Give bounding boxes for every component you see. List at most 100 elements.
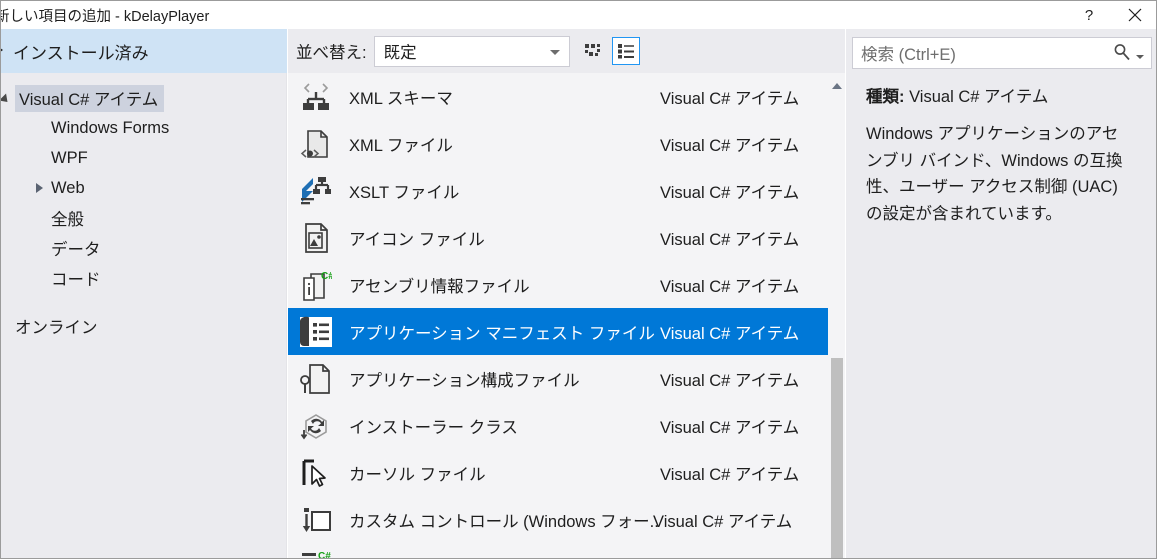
list-item[interactable]: カーソル ファイル Visual C# アイテム — [288, 449, 828, 496]
list-toolbar: 並べ替え: 既定 — [288, 29, 845, 73]
detail-kind-label: 種類: — [866, 88, 905, 106]
view-mode-buttons — [580, 37, 644, 65]
sidebar-item-label: データ — [51, 241, 101, 259]
chevron-down-icon — [549, 49, 560, 55]
templates-list[interactable]: XML スキーマ Visual C# アイテム XML ファイル Visual … — [288, 73, 845, 559]
categories-panel: インストール済み Visual C# アイテム Windows Forms WP… — [1, 29, 287, 558]
list-view-button[interactable] — [611, 37, 640, 65]
list-item-name: XSLT ファイル — [349, 183, 460, 202]
sidebar-item-code[interactable]: コード — [1, 263, 286, 293]
svg-text:C#: C# — [318, 551, 331, 559]
list-item[interactable]: XML スキーマ Visual C# アイテム — [288, 73, 828, 120]
details-panel: 検索 (Ctrl+E) 種類: Visual C# アイテム Windows ア… — [846, 29, 1156, 558]
details-content: 種類: Visual C# アイテム Windows アプリケーションのアセンブ… — [846, 69, 1156, 228]
sort-selected-value: 既定 — [383, 44, 417, 62]
grid-tiles-icon — [584, 44, 600, 56]
list-item-name: アプリケーション構成ファイル — [349, 371, 580, 390]
category-tree: Visual C# アイテム Windows Forms WPF Web 全般 … — [1, 73, 286, 341]
sidebar-item-windows-forms[interactable]: Windows Forms — [1, 113, 286, 143]
list-item-kind: Visual C# アイテム — [660, 418, 800, 437]
sidebar-item-label: Visual C# アイテム — [15, 84, 165, 112]
installer-class-icon — [297, 410, 335, 442]
scroll-up-arrow-icon[interactable] — [832, 83, 842, 89]
assembly-info-icon: C# — [297, 269, 335, 301]
close-icon — [1128, 8, 1142, 22]
list-item-kind: Visual C# アイテム — [660, 277, 800, 296]
title-bar-buttons: ? — [1066, 1, 1156, 29]
sidebar-item-label: WPF — [51, 148, 88, 167]
search-icon-group — [1113, 43, 1144, 61]
detail-kind-value: Visual C# アイテム — [909, 88, 1049, 106]
xslt-file-icon — [297, 175, 335, 207]
xml-file-icon — [297, 128, 335, 160]
chevron-down-icon[interactable] — [1136, 55, 1144, 59]
close-button[interactable] — [1112, 1, 1156, 29]
list-item-name: インストーラー クラス — [349, 418, 518, 437]
list-item[interactable]: C# アセンブリ情報ファイル Visual C# アイテム — [288, 261, 828, 308]
sidebar-item-visual-csharp[interactable]: Visual C# アイテム — [1, 83, 286, 113]
list-item[interactable]: インストーラー クラス Visual C# アイテム — [288, 402, 828, 449]
app-config-icon — [297, 363, 335, 395]
title-bar: 新しい項目の追加 - kDelayPlayer ? — [0, 1, 1156, 29]
medium-icons-view-button[interactable] — [580, 37, 608, 65]
cursor-file-icon — [297, 457, 335, 489]
list-item-kind: Visual C# アイテム — [660, 371, 800, 390]
custom-control-icon — [297, 504, 335, 536]
installed-label: インストール済み — [13, 43, 149, 63]
installed-header[interactable]: インストール済み — [1, 29, 287, 73]
list-item-kind: Visual C# アイテム — [660, 465, 800, 484]
icon-file-icon — [297, 222, 335, 254]
list-item-name: アプリケーション マニフェスト ファイル (... — [349, 324, 659, 343]
list-item-kind: Visual C# アイテム — [660, 136, 800, 155]
question-mark-icon: ? — [1084, 6, 1094, 24]
detail-description: Windows アプリケーションのアセンブリ バインド、Windows の互換性… — [866, 125, 1123, 224]
add-new-item-dialog: 新しい項目の追加 - kDelayPlayer ? インストール済み Visua… — [0, 0, 1157, 559]
list-item[interactable]: カスタム コントロール (Windows フォー... Visual C# アイ… — [288, 496, 828, 543]
list-item[interactable]: アイコン ファイル Visual C# アイテム — [288, 214, 828, 261]
sidebar-item-web[interactable]: Web — [1, 173, 286, 203]
help-button[interactable]: ? — [1066, 1, 1112, 29]
list-item-name: XML ファイル — [349, 136, 453, 155]
list-scrollbar[interactable] — [829, 73, 845, 558]
list-view-icon — [617, 44, 634, 59]
scrollbar-thumb[interactable] — [831, 358, 843, 558]
list-item-selected[interactable]: アプリケーション マニフェスト ファイル (... Visual C# アイテム — [288, 308, 828, 355]
list-item-kind: Visual C# アイテム — [660, 183, 800, 202]
list-item-name: XML スキーマ — [349, 89, 453, 108]
sidebar-item-label: コード — [51, 271, 101, 289]
sidebar-item-label: 全般 — [51, 211, 84, 229]
list-item-partial[interactable]: C# — [288, 543, 828, 559]
list-item[interactable]: XML ファイル Visual C# アイテム — [288, 120, 828, 167]
sidebar-item-wpf[interactable]: WPF — [1, 143, 286, 173]
sort-dropdown[interactable]: 既定 — [373, 35, 570, 67]
xml-schema-icon — [297, 81, 335, 113]
chevron-right-icon[interactable] — [31, 180, 47, 196]
list-item-kind: Visual C# アイテム — [660, 230, 800, 249]
list-item-kind: Visual C# アイテム — [653, 512, 793, 531]
list-item-name: カーソル ファイル — [349, 465, 486, 484]
templates-list-inner: XML スキーマ Visual C# アイテム XML ファイル Visual … — [288, 73, 828, 559]
list-item[interactable]: アプリケーション構成ファイル Visual C# アイテム — [288, 355, 828, 402]
search-placeholder: 検索 (Ctrl+E) — [861, 46, 956, 64]
sidebar-item-label: オンライン — [15, 319, 98, 337]
search-input[interactable]: 検索 (Ctrl+E) — [852, 37, 1152, 69]
detail-kind-row: 種類: Visual C# アイテム — [866, 83, 1142, 107]
sidebar-item-label: Windows Forms — [51, 118, 170, 137]
list-item-name: アイコン ファイル — [349, 230, 485, 249]
list-item[interactable]: XSLT ファイル Visual C# アイテム — [288, 167, 828, 214]
sidebar-item-general[interactable]: 全般 — [1, 203, 286, 233]
sort-label: 並べ替え: — [296, 44, 367, 62]
sidebar-item-data[interactable]: データ — [1, 233, 286, 263]
chevron-down-icon[interactable] — [1, 90, 13, 106]
search-icon[interactable] — [1113, 43, 1131, 61]
sidebar-item-label: Web — [51, 178, 85, 197]
list-item-name: カスタム コントロール (Windows フォー... — [349, 512, 659, 531]
list-item-kind: Visual C# アイテム — [660, 324, 800, 343]
expander-triangle-icon — [1, 45, 3, 55]
list-item-name: アセンブリ情報ファイル — [349, 277, 530, 296]
partial-next-item-icon: C# — [297, 551, 335, 559]
svg-text:C#: C# — [321, 271, 332, 282]
list-item-kind: Visual C# アイテム — [660, 89, 800, 108]
sidebar-item-online[interactable]: オンライン — [1, 311, 286, 341]
dialog-title: 新しい項目の追加 - kDelayPlayer — [0, 9, 210, 25]
